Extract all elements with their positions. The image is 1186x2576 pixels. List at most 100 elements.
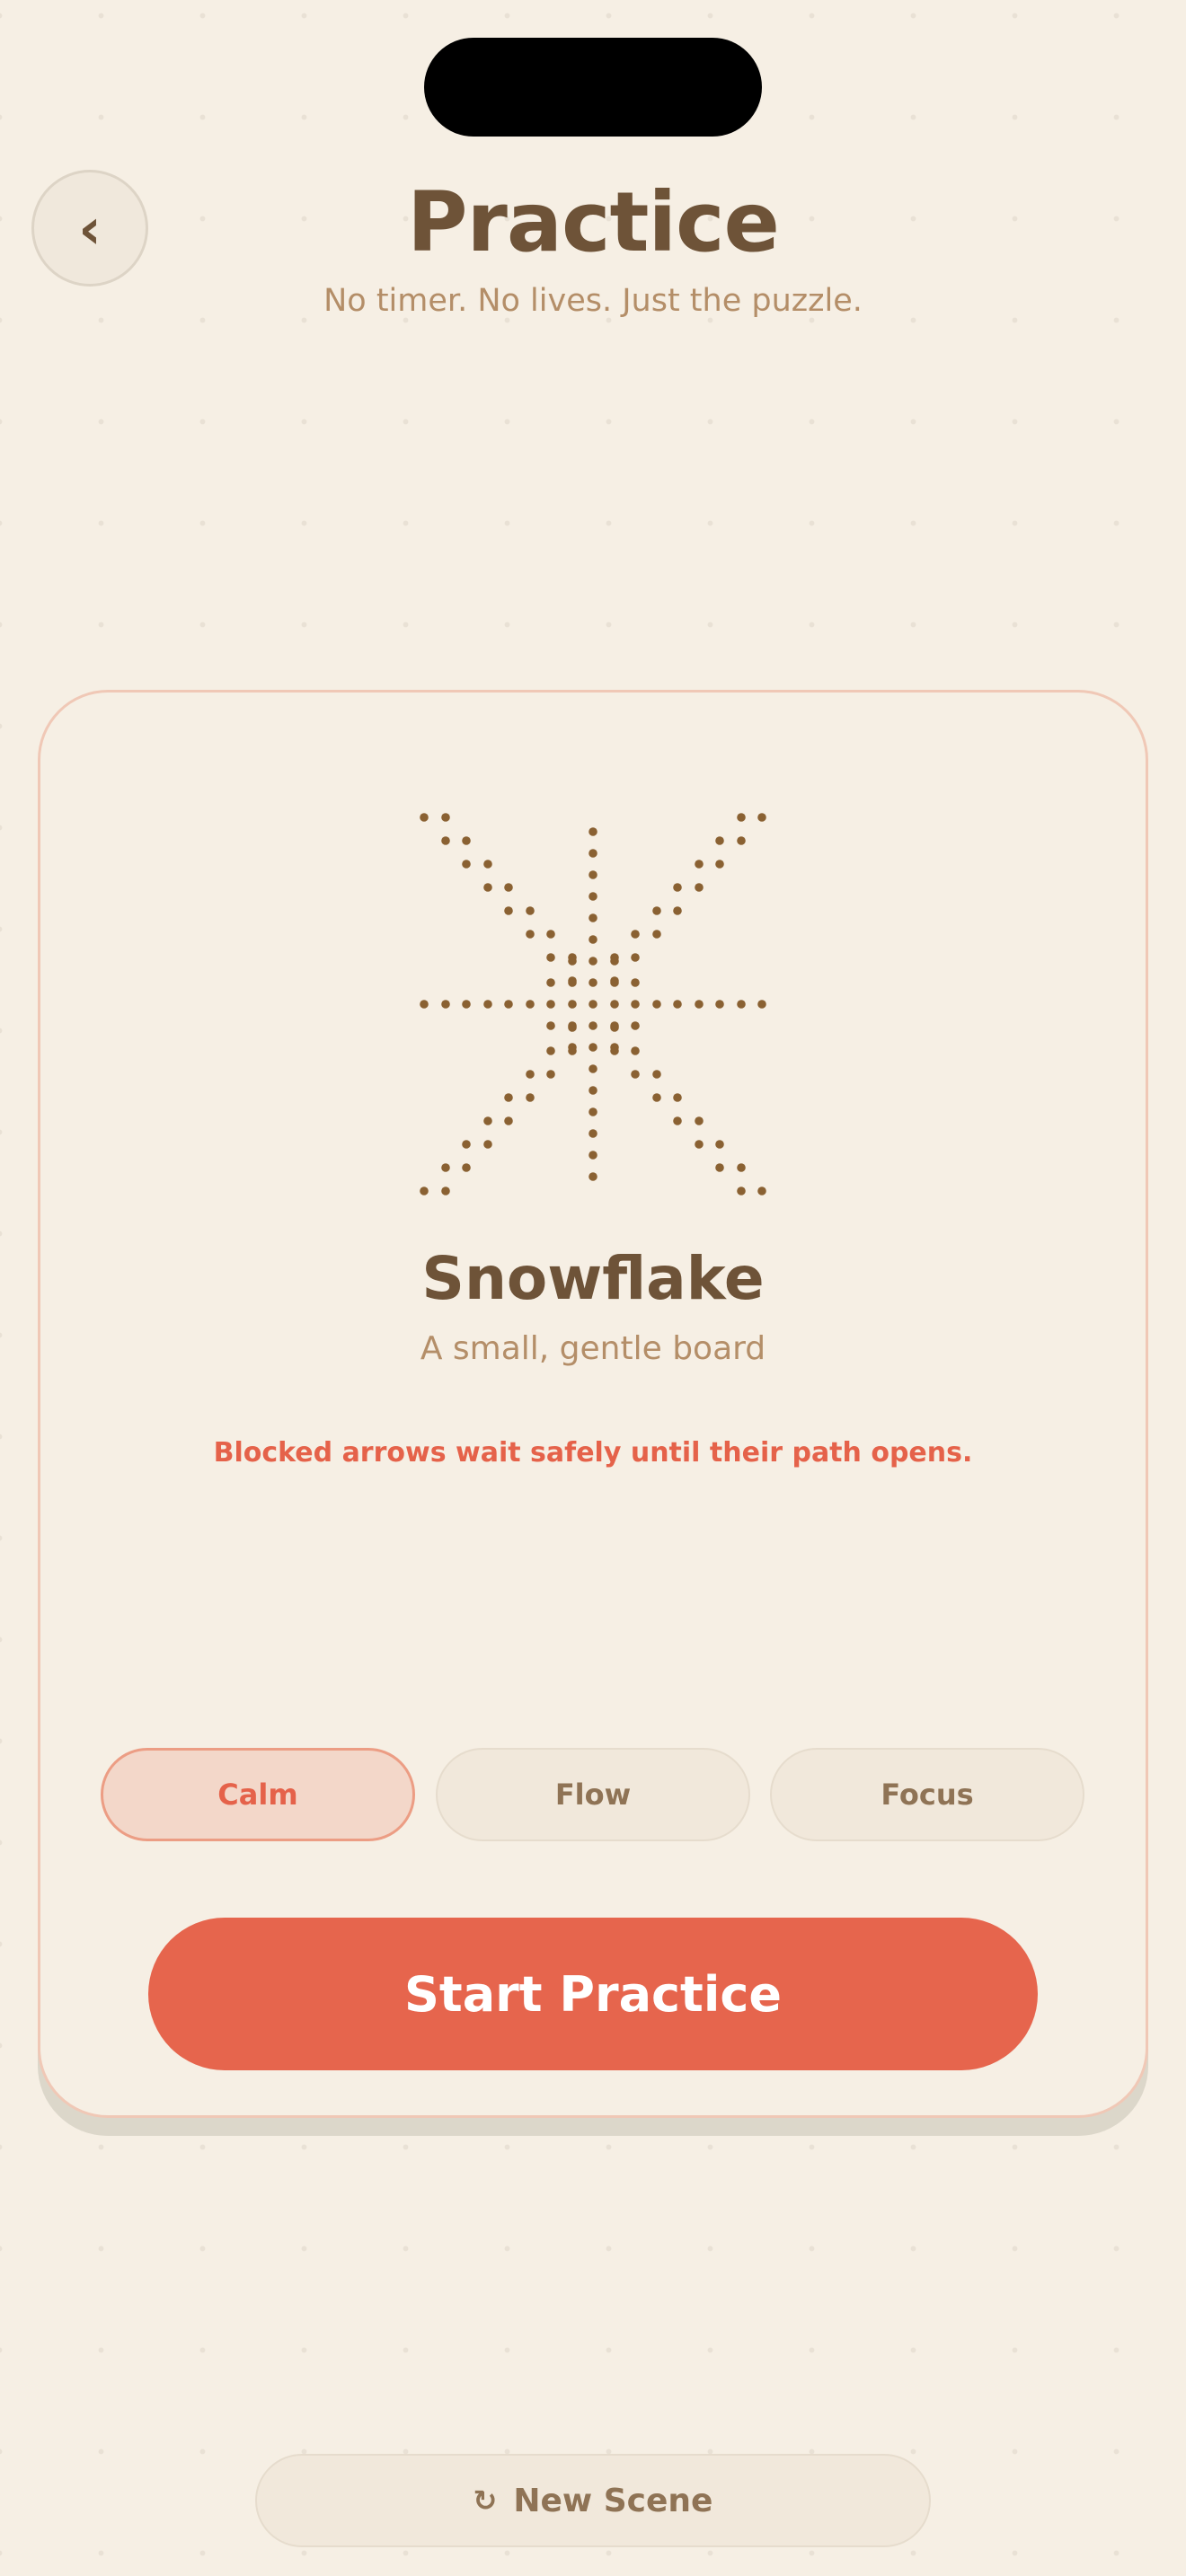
snowflake-dot: [589, 1000, 597, 1009]
snowflake-dot: [631, 953, 640, 962]
hint-text: Blocked arrows wait safely until their p…: [213, 1437, 973, 1469]
new-scene-label: New Scene: [513, 2482, 713, 2519]
snowflake-dot: [610, 957, 619, 966]
snowflake-dot: [652, 1070, 661, 1079]
snowflake-dot: [757, 1187, 766, 1195]
snowflake-dot: [462, 860, 471, 869]
snowflake-dot: [695, 1140, 704, 1149]
snowflake-dot: [610, 1043, 619, 1052]
page-subtitle: No timer. No lives. Just the puzzle.: [323, 283, 863, 319]
snowflake-dot: [589, 1086, 597, 1095]
snowflake-dot: [589, 1151, 597, 1160]
snowflake-dot: [568, 957, 577, 966]
snowflake-dot: [546, 953, 555, 962]
snowflake-dot: [589, 957, 597, 966]
snowflake-dot: [420, 1187, 429, 1195]
scene-title: Snowflake: [421, 1244, 765, 1313]
snowflake-dot: [526, 1093, 535, 1102]
snowflake-dot: [589, 1043, 597, 1052]
snowflake-dot: [737, 836, 746, 845]
snowflake-dot: [504, 1116, 513, 1125]
snowflake-dot: [462, 1000, 471, 1009]
snowflake-dot: [568, 1021, 577, 1030]
snowflake-dot: [504, 883, 513, 892]
snowflake-dot: [589, 827, 597, 836]
snowflake-dot: [526, 1070, 535, 1079]
snowflake-dot: [441, 1187, 450, 1195]
snowflake-dot: [441, 1000, 450, 1009]
snowflake-dot: [462, 1163, 471, 1172]
snowflake-dot: [441, 836, 450, 845]
scene-subtitle: A small, gentle board: [420, 1330, 766, 1367]
new-scene-button[interactable]: ↻ New Scene: [255, 2454, 931, 2547]
snowflake-dot: [652, 1000, 661, 1009]
mode-flow-button[interactable]: Flow: [436, 1748, 750, 1841]
snowflake-dot: [526, 906, 535, 915]
snowflake-dot: [673, 1000, 682, 1009]
snowflake-dot: [715, 836, 724, 845]
snowflake-dot: [546, 1021, 555, 1030]
snowflake-dot: [441, 1163, 450, 1172]
snowflake-dot: [589, 1064, 597, 1073]
snowflake-dot: [631, 978, 640, 987]
snowflake-dot: [504, 1093, 513, 1102]
snowflake-dot: [589, 849, 597, 858]
snowflake-dot: [546, 1070, 555, 1079]
snowflake-dot: [526, 1000, 535, 1009]
snowflake-dot: [483, 860, 492, 869]
snowflake-dot: [420, 813, 429, 822]
snowflake-dot: [737, 1187, 746, 1195]
snowflake-dot: [715, 1140, 724, 1149]
snowflake-dot: [695, 1116, 704, 1125]
snowflake-dot: [673, 1116, 682, 1125]
snowflake-dot: [631, 1070, 640, 1079]
snowflake-dot: [568, 978, 577, 987]
snowflake-dot: [737, 1000, 746, 1009]
snowflake-dot: [673, 883, 682, 892]
snowflake-dot: [695, 860, 704, 869]
snowflake-dot: [673, 1093, 682, 1102]
snowflake-dot: [589, 1021, 597, 1030]
snowflake-dot: [715, 860, 724, 869]
start-practice-button[interactable]: Start Practice: [148, 1918, 1038, 2070]
snowflake-dot: [652, 930, 661, 939]
dynamic-island: [424, 38, 762, 137]
snowflake-dot: [568, 1043, 577, 1052]
snowflake-dot: [715, 1000, 724, 1009]
snowflake-dot: [610, 1000, 619, 1009]
snowflake-dot: [462, 1140, 471, 1149]
snowflake-dot: [631, 1046, 640, 1055]
snowflake-dot: [546, 978, 555, 987]
snowflake-dot: [546, 1000, 555, 1009]
snowflake-dot: [483, 883, 492, 892]
snowflake-dot: [546, 930, 555, 939]
snowflake-dot: [441, 813, 450, 822]
snowflake-dot: [673, 906, 682, 915]
snowflake-dot: [589, 1129, 597, 1138]
mode-calm-button[interactable]: Calm: [101, 1748, 415, 1841]
snowflake-dot: [631, 1000, 640, 1009]
snowflake-dot: [610, 1021, 619, 1030]
snowflake-dot: [589, 1107, 597, 1116]
snowflake-dot: [631, 930, 640, 939]
snowflake-dot: [695, 883, 704, 892]
snowflake-dot: [757, 813, 766, 822]
snowflake-dot: [737, 1163, 746, 1172]
snowflake-dot: [483, 1140, 492, 1149]
snowflake-dot: [483, 1000, 492, 1009]
snowflake-dot: [504, 906, 513, 915]
snowflake-dot: [589, 870, 597, 879]
snowflake-dot: [631, 1021, 640, 1030]
snowflake-dot-grid-icon: [420, 813, 766, 1195]
snowflake-dot: [483, 1116, 492, 1125]
mode-focus-button[interactable]: Focus: [770, 1748, 1084, 1841]
snowflake-dot: [589, 892, 597, 901]
snowflake-dot: [715, 1163, 724, 1172]
snowflake-dot: [589, 935, 597, 944]
snowflake-dot: [589, 978, 597, 987]
refresh-icon: ↻: [473, 2483, 498, 2518]
snowflake-dot: [568, 1000, 577, 1009]
snowflake-dot: [695, 1000, 704, 1009]
page-title: Practice: [407, 174, 780, 270]
snowflake-dot: [462, 836, 471, 845]
